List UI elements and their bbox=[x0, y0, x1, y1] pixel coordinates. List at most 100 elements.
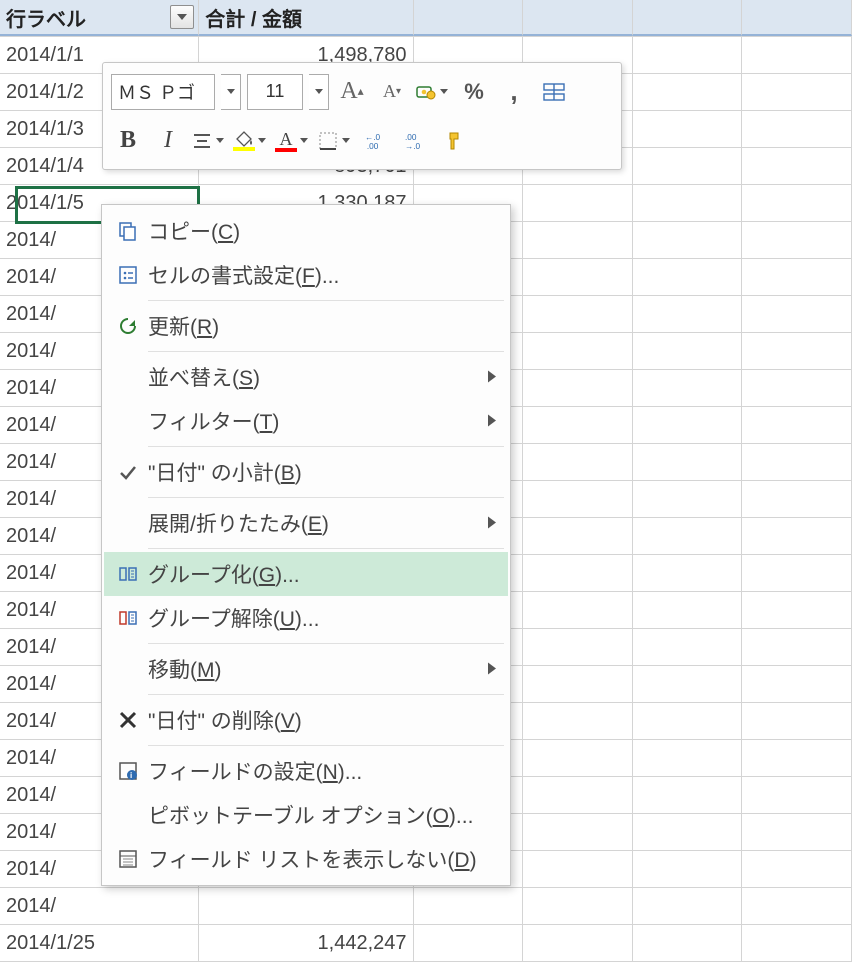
cell[interactable] bbox=[742, 592, 852, 628]
font-name-combo[interactable]: ＭＳ Ｐゴ bbox=[111, 74, 215, 110]
cell[interactable] bbox=[742, 0, 852, 36]
menu-subtotal[interactable]: "日付" の小計(B) bbox=[104, 450, 508, 494]
percent-style-button[interactable]: % bbox=[457, 73, 491, 111]
menu-format-cells[interactable]: セルの書式設定(F)... bbox=[104, 253, 508, 297]
cell[interactable] bbox=[742, 37, 852, 73]
cell[interactable] bbox=[523, 555, 633, 591]
cell[interactable] bbox=[633, 629, 743, 665]
align-button[interactable] bbox=[191, 122, 227, 160]
cell[interactable] bbox=[414, 925, 524, 961]
cell[interactable] bbox=[633, 0, 743, 36]
cell[interactable] bbox=[742, 259, 852, 295]
menu-hide-field-list[interactable]: フィールド リストを表示しない(D) bbox=[104, 837, 508, 881]
menu-move[interactable]: 移動(M) bbox=[104, 647, 508, 691]
data-row[interactable]: 2014/ bbox=[0, 888, 852, 925]
cell[interactable] bbox=[633, 259, 743, 295]
cell[interactable] bbox=[414, 0, 524, 36]
cell[interactable] bbox=[633, 888, 743, 924]
cell[interactable] bbox=[742, 444, 852, 480]
cell[interactable] bbox=[633, 185, 743, 221]
bold-button[interactable]: B bbox=[111, 122, 145, 160]
cell[interactable] bbox=[523, 592, 633, 628]
decrease-font-icon[interactable]: A▾ bbox=[375, 73, 409, 111]
cell[interactable] bbox=[523, 222, 633, 258]
cell[interactable] bbox=[523, 888, 633, 924]
cell[interactable] bbox=[523, 814, 633, 850]
menu-sort[interactable]: 並べ替え(S) bbox=[104, 355, 508, 399]
merge-center-button[interactable] bbox=[537, 73, 571, 111]
cell[interactable] bbox=[523, 333, 633, 369]
cell[interactable] bbox=[633, 37, 743, 73]
pivot-header-row-labels[interactable]: 行ラベル bbox=[0, 0, 199, 36]
cell[interactable] bbox=[742, 518, 852, 554]
cell[interactable] bbox=[633, 111, 743, 147]
cell[interactable] bbox=[742, 185, 852, 221]
menu-refresh[interactable]: 更新(R) bbox=[104, 304, 508, 348]
cell[interactable] bbox=[523, 185, 633, 221]
cell[interactable] bbox=[523, 296, 633, 332]
accounting-format-button[interactable] bbox=[415, 73, 451, 111]
cell[interactable] bbox=[742, 851, 852, 887]
cell[interactable] bbox=[633, 222, 743, 258]
menu-field-settings[interactable]: i フィールドの設定(N)... bbox=[104, 749, 508, 793]
cell[interactable] bbox=[742, 296, 852, 332]
menu-copy[interactable]: コピー(C) bbox=[104, 209, 508, 253]
menu-group[interactable]: グループ化(G)... bbox=[104, 552, 508, 596]
font-size-dropdown[interactable] bbox=[309, 74, 329, 110]
comma-style-button[interactable]: , bbox=[497, 73, 531, 111]
cell[interactable] bbox=[742, 703, 852, 739]
cell[interactable] bbox=[633, 74, 743, 110]
increase-decimal-button[interactable]: ←.0 .00 bbox=[359, 122, 393, 160]
cell[interactable] bbox=[523, 444, 633, 480]
cell[interactable] bbox=[633, 148, 743, 184]
cell[interactable] bbox=[523, 370, 633, 406]
cell[interactable] bbox=[633, 518, 743, 554]
cell[interactable] bbox=[523, 407, 633, 443]
cell[interactable] bbox=[633, 814, 743, 850]
cell[interactable] bbox=[523, 259, 633, 295]
font-color-button[interactable]: A bbox=[275, 122, 311, 160]
cell[interactable] bbox=[742, 555, 852, 591]
cell[interactable] bbox=[742, 666, 852, 702]
cell[interactable] bbox=[742, 148, 852, 184]
cell[interactable] bbox=[633, 851, 743, 887]
cell[interactable]: 2014/ bbox=[0, 888, 199, 924]
cell[interactable] bbox=[199, 888, 413, 924]
cell[interactable] bbox=[633, 333, 743, 369]
format-painter-button[interactable] bbox=[439, 122, 473, 160]
cell[interactable] bbox=[633, 703, 743, 739]
cell[interactable]: 2014/1/25 bbox=[0, 925, 199, 961]
cell[interactable] bbox=[523, 0, 633, 36]
cell[interactable] bbox=[523, 666, 633, 702]
cell[interactable] bbox=[742, 629, 852, 665]
decrease-decimal-button[interactable]: .00 →.0 bbox=[399, 122, 433, 160]
cell[interactable] bbox=[523, 851, 633, 887]
cell[interactable] bbox=[742, 407, 852, 443]
menu-filter[interactable]: フィルター(T) bbox=[104, 399, 508, 443]
cell[interactable] bbox=[523, 703, 633, 739]
cell[interactable] bbox=[742, 888, 852, 924]
menu-remove-field[interactable]: "日付" の削除(V) bbox=[104, 698, 508, 742]
cell[interactable] bbox=[742, 111, 852, 147]
cell[interactable] bbox=[633, 407, 743, 443]
menu-pivottable-options[interactable]: ピボットテーブル オプション(O)... bbox=[104, 793, 508, 837]
cell[interactable] bbox=[633, 666, 743, 702]
cell[interactable] bbox=[742, 777, 852, 813]
cell[interactable] bbox=[742, 222, 852, 258]
cell[interactable]: 1,442,247 bbox=[199, 925, 413, 961]
cell[interactable] bbox=[633, 740, 743, 776]
cell[interactable] bbox=[633, 444, 743, 480]
cell[interactable] bbox=[742, 814, 852, 850]
cell[interactable] bbox=[633, 925, 743, 961]
font-size-combo[interactable]: 11 bbox=[247, 74, 303, 110]
pivot-header-sum[interactable]: 合計 / 金額 bbox=[199, 0, 413, 36]
cell[interactable] bbox=[633, 555, 743, 591]
borders-button[interactable] bbox=[317, 122, 353, 160]
cell[interactable] bbox=[742, 740, 852, 776]
font-name-dropdown[interactable] bbox=[221, 74, 241, 110]
cell[interactable] bbox=[633, 481, 743, 517]
fill-color-button[interactable] bbox=[233, 122, 269, 160]
cell[interactable] bbox=[633, 296, 743, 332]
cell[interactable] bbox=[414, 888, 524, 924]
menu-expand-collapse[interactable]: 展開/折りたたみ(E) bbox=[104, 501, 508, 545]
